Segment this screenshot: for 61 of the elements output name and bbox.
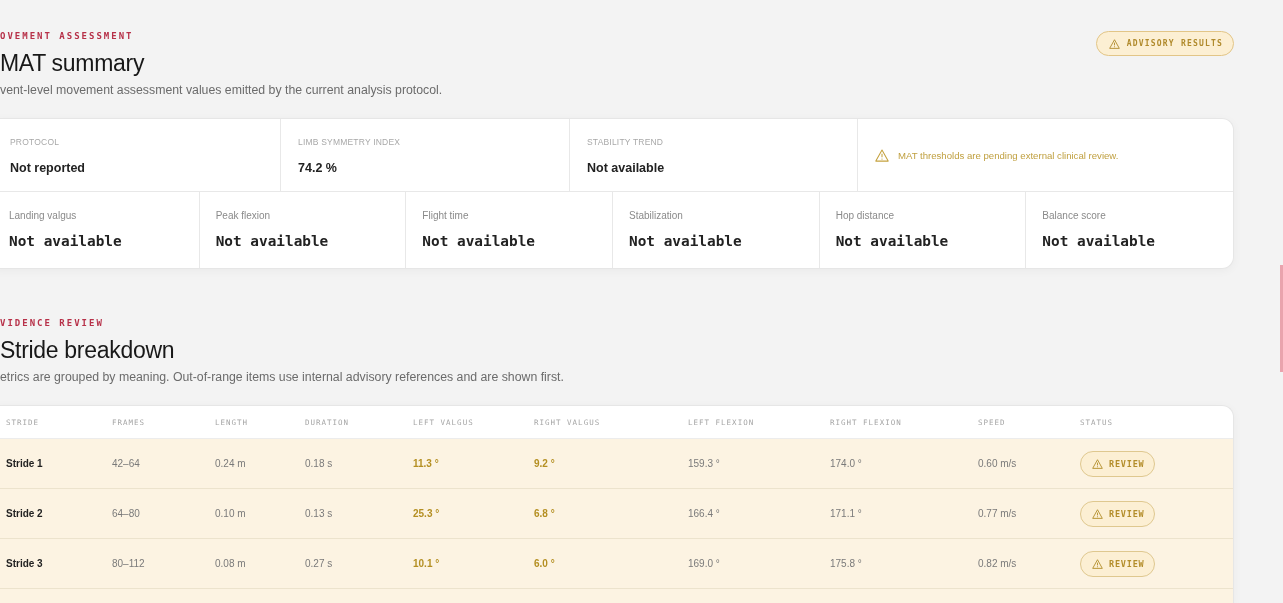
section-eyebrow: VIDENCE REVIEW: [0, 317, 104, 329]
status-badge: REVIEW: [1080, 500, 1155, 527]
section-eyebrow: OVEMENT ASSESSMENT: [0, 30, 134, 42]
metric-value: Not available: [9, 232, 123, 251]
metric-label: Flight time: [422, 209, 470, 223]
metric-label: Balance score: [1042, 209, 1107, 223]
table-cell: 64–80: [112, 508, 140, 519]
warning-icon: [1108, 38, 1120, 49]
table-cell: 159.3 °: [688, 458, 720, 469]
metric-value: Not available: [215, 232, 330, 251]
table-cell: 169.0 °: [688, 558, 720, 569]
advisory-badge: ADVISORY RESULTS: [1095, 31, 1234, 56]
warning-icon: [1092, 558, 1103, 569]
table-cell: 80–112: [112, 558, 145, 569]
overview-value: Not available: [587, 160, 666, 177]
table-cell: 6.0 °: [534, 558, 555, 569]
table-cell: 6.8 °: [534, 508, 555, 519]
overview-label: LIMB SYMMETRY INDEX: [298, 136, 402, 148]
metric-label: Hop distance: [835, 209, 896, 223]
table-cell: Stride 3: [6, 558, 43, 569]
metric-label: Peak flexion: [215, 209, 272, 223]
overview-label: STABILITY TREND: [587, 136, 665, 148]
metric-value: Not available: [1042, 232, 1156, 251]
table-cell: 0.82 m/s: [978, 558, 1017, 569]
table-cell: 175.8 °: [830, 558, 862, 569]
table-cell: 0.77 m/s: [978, 508, 1017, 519]
status-badge: REVIEW: [1080, 450, 1155, 477]
table-cell: 9.2 °: [534, 458, 555, 469]
section-description: etrics are grouped by meaning. Out-of-range items use internal advisory references and are shown first.: [0, 369, 564, 385]
table-cell: Stride 2: [6, 508, 43, 519]
section-title: MAT summary: [0, 49, 145, 78]
status-badge: REVIEW: [1080, 550, 1155, 577]
overview-value: 74.2 %: [298, 160, 338, 177]
table-cell: 166.4 °: [688, 508, 720, 519]
table-cell: 42–64: [112, 458, 140, 469]
warning-icon: [1092, 458, 1103, 469]
section-title: Stride breakdown: [0, 336, 175, 365]
metric-value: Not available: [629, 232, 743, 251]
table-cell: 0.24 m: [215, 458, 246, 469]
section-description: vent-level movement assessment values emitted by the current analysis protocol.: [0, 82, 443, 98]
overview-value: Not reported: [10, 160, 86, 177]
metric-label: Stabilization: [629, 209, 684, 223]
overview-label: PROTOCOL: [10, 136, 61, 148]
warning-icon: [1092, 508, 1103, 519]
table-cell: 0.08 m: [215, 558, 246, 569]
notice-text: MAT thresholds are pending external clinical review.: [898, 149, 1119, 161]
table-cell: 10.1 °: [413, 558, 440, 569]
table-cell: 11.3 °: [413, 458, 439, 469]
table-cell: 0.18 s: [305, 458, 333, 469]
table-cell: Stride 1: [6, 458, 43, 469]
metric-value: Not available: [422, 232, 536, 251]
table-cell: 174.0 °: [830, 458, 862, 469]
table-cell: 171.1 °: [830, 508, 862, 519]
table-cell: 0.10 m: [215, 508, 246, 519]
metric-label: Landing valgus: [9, 209, 78, 223]
table-cell: 0.13 s: [305, 508, 333, 519]
warning-icon: [875, 148, 889, 162]
metric-value: Not available: [835, 232, 950, 251]
table-cell: 25.3 °: [413, 508, 440, 519]
table-cell: 0.60 m/s: [978, 458, 1017, 469]
table-cell: 0.27 s: [305, 558, 333, 569]
